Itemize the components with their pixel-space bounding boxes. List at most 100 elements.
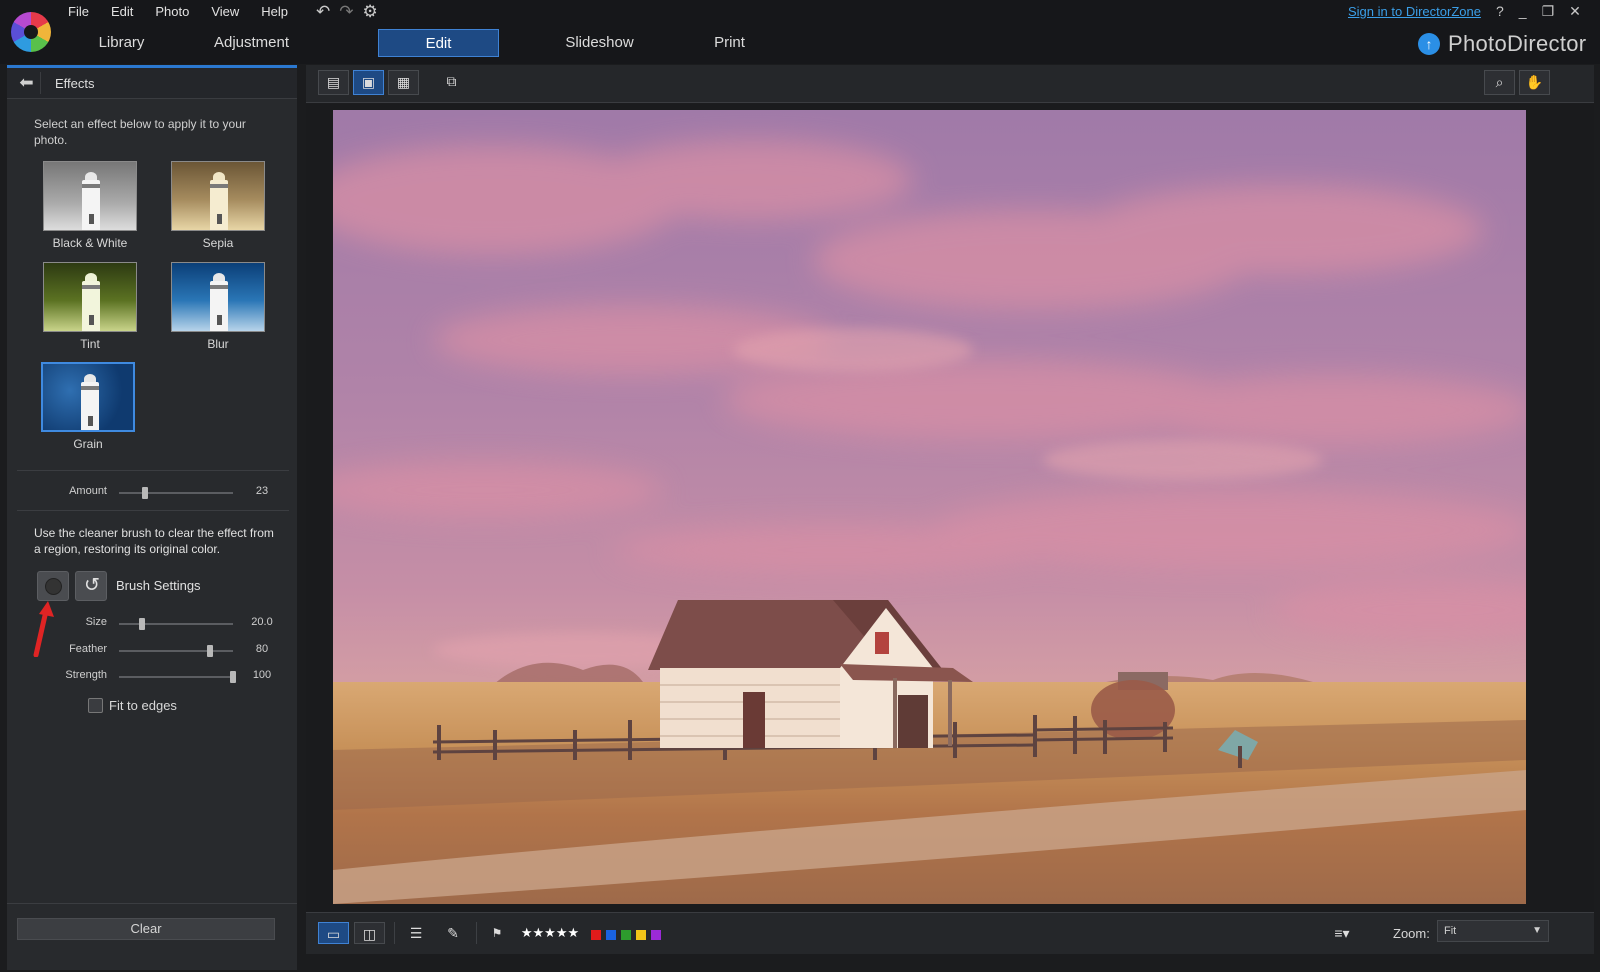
module-tabs: Library Adjustment Edit Slideshow Print [60,29,798,57]
edited-photo[interactable] [333,110,1526,904]
size-knob[interactable] [138,618,145,630]
module-tabbar: Library Adjustment Edit Slideshow Print … [0,24,1600,64]
single-view-icon[interactable]: ▣ [353,70,384,95]
amount-label: Amount [69,485,107,497]
color-label-blue[interactable] [606,930,616,940]
effect-grain[interactable]: Grain [39,362,137,451]
brush-undo-button[interactable]: ↺ [75,571,107,601]
browser-view-icon[interactable]: ▤ [318,70,349,95]
back-arrow-icon[interactable]: ⬅ [13,72,41,94]
zoom-label: Zoom: [1393,926,1430,941]
divider [476,922,477,944]
fit-to-edges-checkbox[interactable]: Fit to edges [88,698,177,713]
size-value: 20.0 [251,616,273,628]
feather-track[interactable] [119,645,233,657]
clear-button[interactable]: Clear [17,918,275,940]
tool-group: ⌕ ✋ [1484,70,1550,95]
effect-label: Tint [80,337,100,351]
brush-circle-icon [45,578,62,595]
tab-slideshow[interactable]: Slideshow [538,29,661,57]
cleaner-instructions: Use the cleaner brush to clear the effec… [34,526,274,556]
strength-label: Strength [65,669,107,681]
flag-icon[interactable]: ⚑ [484,922,510,944]
photo-canvas [306,104,1594,912]
effect-label: Black & White [52,236,128,250]
brush-reset-icon: ↺ [84,575,100,596]
help-icon[interactable]: ? [1496,3,1504,20]
menu-edit[interactable]: Edit [111,4,133,19]
zoom-value: Fit [1444,925,1457,937]
viewer-toolbar: ▤ ▣ ▦ ⧉ ⌕ ✋ [306,65,1594,103]
effect-label: Blur [207,337,229,351]
grid-view-icon[interactable]: ▦ [388,70,419,95]
menu-photo[interactable]: Photo [155,4,189,19]
compare-view-button[interactable]: ⧉ [436,70,467,95]
menu-help[interactable]: Help [261,4,288,19]
restore-icon[interactable]: ❐ [1542,3,1555,20]
size-label: Size [85,616,107,628]
brush-settings-label: Brush Settings [116,578,201,593]
size-slider[interactable]: Size 20.0 [7,614,297,632]
brand-name: PhotoDirector [1448,31,1587,56]
amount-value: 23 [255,485,269,497]
fit-to-edges-label: Fit to edges [109,698,177,713]
color-label-green[interactable] [621,930,631,940]
compare-toggle-icon[interactable]: ◫ [354,922,385,944]
compare-view-icon[interactable]: ⧉ [436,70,467,95]
tab-library[interactable]: Library [60,29,183,57]
hand-tool-icon[interactable]: ✋ [1519,70,1550,95]
strength-knob[interactable] [230,671,236,683]
color-label-red[interactable] [591,930,601,940]
tab-adjustment[interactable]: Adjustment [190,29,313,57]
menu-file[interactable]: File [68,4,89,19]
close-icon[interactable]: ✕ [1569,3,1581,20]
strength-value: 100 [252,669,272,681]
tab-edit[interactable]: Edit [378,29,499,57]
divider [7,903,297,904]
edit-pen-icon[interactable]: ✎ [440,922,466,944]
divider [17,470,289,471]
effect-black-white[interactable]: Black & White [41,161,139,250]
checkbox-box[interactable] [88,698,103,713]
effect-tint[interactable]: Tint [41,262,139,351]
divider [394,922,395,944]
star-rating[interactable]: ★★★★★ [518,922,582,944]
divider [17,510,289,511]
panel-title: Effects [55,76,95,91]
amount-knob[interactable] [142,487,149,499]
settings-gear-icon[interactable]: ⚙ [363,2,378,22]
upload-arrow-icon[interactable]: ↑ [1418,33,1440,55]
size-track[interactable] [119,618,233,630]
grain-thumbnail-icon [41,362,135,432]
feather-knob[interactable] [207,645,214,657]
cleaner-brush-button[interactable] [37,571,69,601]
effect-label: Sepia [202,236,234,250]
sepia-thumbnail-icon [171,161,265,231]
effect-sepia[interactable]: Sepia [169,161,267,250]
zoom-select[interactable]: Fit ▼ [1437,920,1549,942]
view-mode-group: ▤ ▣ ▦ [318,70,419,95]
signin-link[interactable]: Sign in to DirectorZone [1348,4,1481,19]
color-label-yellow[interactable] [636,930,646,940]
zoom-tool-icon[interactable]: ⌕ [1484,70,1515,95]
strength-slider[interactable]: Strength 100 [7,667,297,685]
panel-header: ⬅ Effects [7,68,297,99]
feather-value: 80 [255,643,269,655]
amount-slider[interactable]: Amount 23 [7,483,297,501]
effects-intro: Select an effect below to apply it to yo… [34,117,246,147]
effect-blur[interactable]: Blur [169,262,267,351]
color-label-purple[interactable] [651,930,661,940]
sort-menu-icon[interactable]: ≡▾ [1328,922,1356,944]
effect-label: Grain [73,437,103,451]
brand: ↑ PhotoDirector [1418,31,1586,57]
undo-icon[interactable]: ↶ [316,2,330,22]
single-view-toggle-icon[interactable]: ▭ [318,922,349,944]
feather-slider[interactable]: Feather 80 [7,641,297,659]
menu-view[interactable]: View [211,4,239,19]
tab-print[interactable]: Print [668,29,791,57]
minimize-icon[interactable]: _ [1519,3,1527,20]
rotate-list-icon[interactable]: ☰ [402,922,430,944]
redo-icon[interactable]: ↷ [339,2,353,22]
strength-track[interactable] [119,671,236,683]
amount-track[interactable] [119,487,233,499]
